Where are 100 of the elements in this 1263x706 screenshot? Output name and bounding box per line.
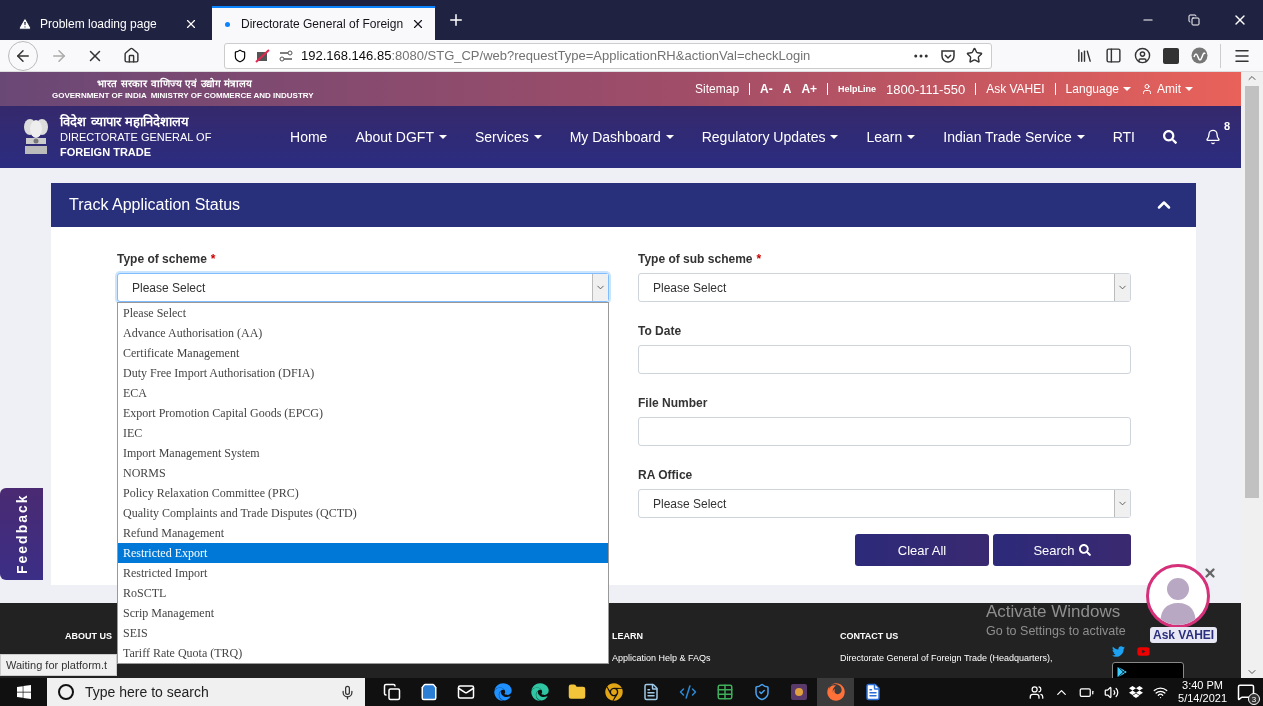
fox-browser-icon[interactable] (826, 683, 845, 701)
speaker-icon[interactable] (1104, 684, 1120, 700)
ministry-label: MINISTRY OF COMMERCE AND INDUSTRY (150, 89, 314, 101)
shopping-bag-icon[interactable] (419, 683, 438, 701)
code-editor-icon[interactable] (678, 683, 697, 701)
bird-icon[interactable] (1112, 645, 1125, 658)
swirl-browser-icon[interactable] (530, 683, 549, 701)
close-icon[interactable] (184, 17, 198, 31)
font-size-link[interactable]: A+ (801, 82, 818, 96)
play-icon[interactable] (1137, 645, 1150, 658)
select-field[interactable]: Please Select (638, 273, 1131, 302)
restore-icon (1188, 14, 1200, 26)
field-label: Type of scheme * (117, 251, 217, 267)
caret-icon (830, 135, 839, 139)
scroll-thumb[interactable] (1245, 86, 1259, 498)
font-size-link[interactable]: A (782, 82, 792, 96)
search-icon[interactable] (1163, 130, 1177, 144)
select-field[interactable]: Please Select (638, 489, 1131, 518)
play-triangle-icon (1117, 667, 1127, 677)
emblem-drawing (22, 117, 50, 157)
top-link[interactable]: Sitemap (695, 82, 740, 96)
app-store-badge[interactable] (1112, 662, 1184, 678)
nav-link[interactable]: Services (475, 129, 542, 145)
search-circle-icon (57, 683, 75, 701)
back-button[interactable] (8, 40, 38, 71)
assistant-label[interactable]: Ask VAHEI (1150, 627, 1218, 643)
chat-bubble-icon[interactable] (1237, 683, 1255, 701)
library-icon[interactable] (1076, 47, 1093, 64)
app-tile-icon[interactable] (789, 683, 808, 701)
helpline-label: HelpLine (838, 84, 877, 94)
shield-icon (233, 48, 247, 63)
caret-icon (665, 135, 674, 139)
search-field[interactable]: Type here to search (83, 683, 332, 701)
spreadsheet-icon[interactable] (715, 683, 734, 701)
sidebar-icon[interactable] (1105, 47, 1122, 64)
nav-link[interactable]: My Dashboard (569, 129, 674, 145)
input-field[interactable] (638, 417, 1131, 446)
nav-link[interactable]: Regulatory Updates (701, 129, 839, 145)
account-icon[interactable] (1134, 47, 1151, 64)
brand-name: FOREIGN TRADE (60, 145, 153, 160)
wifi-icon[interactable] (1153, 684, 1169, 700)
status-text: Waiting for platform.t (0, 654, 117, 676)
round-browser-icon[interactable] (604, 683, 623, 701)
government-label: GOVERNMENT OF INDIA (52, 89, 147, 101)
top-link[interactable]: Ask VAHEI (986, 82, 1045, 96)
caret-icon (1123, 87, 1131, 91)
star-icon[interactable] (966, 47, 983, 64)
document-icon[interactable] (863, 683, 882, 701)
brand-hindi-name: विदेश व्यापार महानिदेशालय (60, 114, 191, 130)
font-size-link[interactable]: A- (760, 82, 773, 96)
shield-icon[interactable] (752, 683, 771, 701)
field-label: File Number (638, 395, 709, 411)
search-bar[interactable]: Type here to search (47, 678, 365, 706)
home-icon (122, 47, 140, 64)
close-button[interactable] (1203, 566, 1217, 580)
search-button[interactable]: Search (993, 534, 1131, 566)
language-menu[interactable]: Language (1065, 82, 1131, 96)
footer-link[interactable]: Application Help & FAQs (612, 653, 711, 663)
bell-icon[interactable] (1205, 129, 1221, 145)
activation-hint: Go to Settings to activate (986, 623, 1126, 640)
dropdown-option[interactable]: Restricted Export (118, 543, 608, 563)
app-tile-icon[interactable] (1163, 47, 1179, 64)
brand-name: DIRECTORATE GENERAL OF (60, 130, 212, 145)
microphone-icon (340, 684, 355, 700)
helpline-number: 1800-111-550 (886, 81, 966, 97)
mail-icon[interactable] (456, 683, 475, 701)
wave-extension-icon[interactable] (1191, 47, 1208, 64)
nav-link[interactable]: RTI (1112, 129, 1135, 145)
notepad-icon[interactable] (641, 683, 660, 701)
url-text: 192.168.146.85:8080/STG_CP/web?requestType=ApplicationRH&actionVal=checkLogin (301, 48, 811, 63)
activation-title: Activate Windows (986, 602, 1122, 622)
nav-link[interactable]: Home (290, 129, 328, 145)
caret-icon (907, 135, 916, 139)
nav-link[interactable]: Learn (866, 129, 916, 145)
clock[interactable]: 3:40 PM 5/14/2021 (1178, 679, 1227, 705)
nav-link[interactable]: About DGFT (355, 129, 447, 145)
date-text: 5/14/2021 (1178, 692, 1227, 705)
nav-link[interactable]: Indian Trade Service (943, 129, 1085, 145)
feedback-tab[interactable]: Feedback (0, 488, 43, 580)
people-icon[interactable] (1029, 684, 1045, 700)
field-label: To Date (638, 323, 683, 339)
caret-icon (1185, 87, 1193, 91)
blocked-media-icon (255, 48, 271, 63)
input-field[interactable] (638, 345, 1131, 374)
footer-link[interactable]: Directorate General of Foreign Trade (Headquarters), (840, 653, 1053, 663)
select-field[interactable]: Please Select (117, 273, 609, 302)
browser-tab[interactable]: Directorate General of Foreign (212, 6, 436, 40)
browser-e-icon[interactable] (493, 683, 512, 701)
pocket-icon[interactable] (940, 47, 956, 64)
task-view-icon[interactable] (382, 683, 401, 701)
browser-tab[interactable]: Problem loading page (8, 6, 208, 40)
search-icon (1078, 544, 1091, 556)
notification-badge: 3 (1248, 693, 1260, 705)
clear-button[interactable]: Clear All (855, 534, 989, 566)
time-text: 3:40 PM (1182, 679, 1223, 692)
open-box-icon[interactable] (1129, 685, 1144, 699)
user-menu[interactable]: Amit (1141, 82, 1193, 96)
address-bar[interactable]: 192.168.146.85:8080/STG_CP/web?requestType=ApplicationRH&actionVal=checkLogin (224, 42, 992, 69)
folder-icon[interactable] (567, 683, 586, 701)
user-icon (1141, 83, 1153, 95)
